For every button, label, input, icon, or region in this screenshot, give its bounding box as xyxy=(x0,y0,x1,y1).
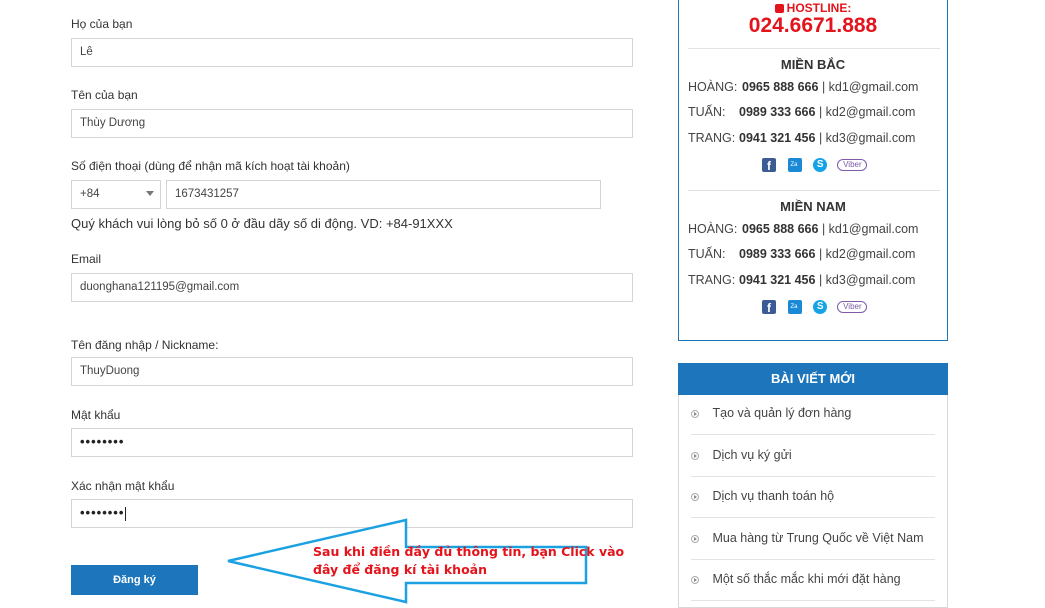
contact-email[interactable]: | kd1@gmail.com xyxy=(822,222,919,236)
post-title: Dịch vụ thanh toán hộ xyxy=(712,489,835,503)
contact-email[interactable]: | kd1@gmail.com xyxy=(822,80,919,94)
post-link[interactable]: Dịch vụ thanh toán hộ xyxy=(691,489,834,503)
hotline-label: HOSTLINE: xyxy=(679,1,947,15)
contact-name: TRANG: xyxy=(688,273,736,287)
divider xyxy=(691,517,935,518)
first-name-input[interactable]: Thùy Dương xyxy=(71,109,633,138)
contact-row: TRANG: 0941 321 456 | kd3@gmail.com xyxy=(688,131,915,145)
contact-email[interactable]: | kd3@gmail.com xyxy=(819,131,916,145)
skype-icon[interactable] xyxy=(812,157,827,172)
hotline-label-text: HOSTLINE: xyxy=(786,1,852,15)
zalo-icon[interactable] xyxy=(788,157,803,172)
confirm-password-value: •••••••• xyxy=(80,505,125,520)
contact-phone[interactable]: 0965 888 666 xyxy=(742,222,818,236)
phone-label: Số điện thoại (dùng để nhận mã kích hoạt… xyxy=(71,159,350,173)
phone-hint: Quý khách vui lòng bỏ số 0 ở đầu dãy số … xyxy=(71,216,453,231)
post-title: Một số thắc mắc khi mới đặt hàng xyxy=(712,572,901,586)
divider xyxy=(688,190,940,191)
password-label: Mật khẩu xyxy=(71,408,121,422)
divider xyxy=(691,434,935,435)
contact-name: TUẤN: xyxy=(688,105,726,119)
contact-name: TUẤN: xyxy=(688,247,726,261)
hotline-number[interactable]: 024.6671.888 xyxy=(679,14,947,38)
register-button[interactable]: Đăng ký xyxy=(71,565,198,595)
contact-name: HOÀNG: xyxy=(688,222,738,236)
skype-icon[interactable] xyxy=(812,299,827,314)
region-title-south: MIỀN NAM xyxy=(780,199,846,214)
post-link[interactable]: Một số thắc mắc khi mới đặt hàng xyxy=(691,572,901,586)
divider xyxy=(691,600,935,601)
text-caret xyxy=(125,506,127,521)
annotation-text: Sau khi điền đầy đủ thông tin, bạn Click… xyxy=(313,543,624,579)
viber-icon[interactable]: Viber xyxy=(837,158,868,171)
first-name-label: Tên của bạn xyxy=(71,88,138,102)
post-link[interactable]: Tạo và quản lý đơn hàng xyxy=(691,406,851,420)
social-icons-north: Viber xyxy=(762,156,868,174)
divider xyxy=(691,559,935,560)
phone-input[interactable]: 1673431257 xyxy=(166,180,601,209)
facebook-icon[interactable] xyxy=(762,157,776,173)
contact-phone[interactable]: 0941 321 456 xyxy=(739,273,815,287)
contact-row: TUẤN: 0989 333 666 | kd2@gmail.com xyxy=(688,105,915,119)
email-label: Email xyxy=(71,252,102,266)
facebook-icon[interactable] xyxy=(762,299,776,315)
contact-phone[interactable]: 0989 333 666 xyxy=(739,105,815,119)
confirm-password-label: Xác nhận mật khẩu xyxy=(71,479,175,493)
country-code-value: +84 xyxy=(80,188,100,200)
contact-row: HOÀNG: 0965 888 666 | kd1@gmail.com xyxy=(688,80,918,94)
post-link[interactable]: Dịch vụ ký gửi xyxy=(691,448,792,462)
last-name-input[interactable]: Lê xyxy=(71,38,633,67)
new-posts-title: BÀI VIẾT MỚI xyxy=(678,363,948,395)
divider xyxy=(691,476,935,477)
username-label: Tên đăng nhập / Nickname: xyxy=(71,338,219,352)
contact-email[interactable]: | kd3@gmail.com xyxy=(819,273,916,287)
post-title: Tạo và quản lý đơn hàng xyxy=(712,406,852,420)
arrow-bullet-icon xyxy=(691,409,699,418)
contact-phone[interactable]: 0965 888 666 xyxy=(742,80,818,94)
arrow-bullet-icon xyxy=(691,534,699,543)
contact-name: HOÀNG: xyxy=(688,80,738,94)
country-code-select[interactable]: +84 xyxy=(71,180,161,209)
contact-email[interactable]: | kd2@gmail.com xyxy=(819,247,916,261)
arrow-bullet-icon xyxy=(691,492,699,501)
divider xyxy=(688,48,940,49)
post-link[interactable]: Mua hàng từ Trung Quốc về Việt Nam xyxy=(691,531,924,545)
zalo-icon[interactable] xyxy=(788,299,803,314)
contact-phone[interactable]: 0989 333 666 xyxy=(739,247,815,261)
arrow-bullet-icon xyxy=(691,451,699,460)
contact-phone[interactable]: 0941 321 456 xyxy=(739,131,815,145)
annotation-line-1: Sau khi điền đầy đủ thông tin, bạn Click… xyxy=(313,544,625,559)
contact-name: TRANG: xyxy=(688,131,736,145)
contact-row: HOÀNG: 0965 888 666 | kd1@gmail.com xyxy=(688,222,918,236)
phone-icon xyxy=(774,4,784,14)
annotation-line-2: đây để đăng kí tài khoản xyxy=(313,562,487,577)
arrow-bullet-icon xyxy=(691,575,699,584)
email-input[interactable]: duonghana121195@gmail.com xyxy=(71,273,633,302)
contact-row: TRANG: 0941 321 456 | kd3@gmail.com xyxy=(688,273,915,287)
post-title: Mua hàng từ Trung Quốc về Việt Nam xyxy=(712,531,924,545)
chevron-down-icon xyxy=(146,191,154,196)
last-name-label: Họ của bạn xyxy=(71,17,133,31)
contact-email[interactable]: | kd2@gmail.com xyxy=(819,105,916,119)
username-input[interactable]: ThuyDuong xyxy=(71,357,633,386)
viber-icon[interactable]: Viber xyxy=(837,300,868,313)
post-title: Dịch vụ ký gửi xyxy=(712,448,792,462)
region-title-north: MIỀN BẮC xyxy=(780,57,846,72)
password-input[interactable]: •••••••• xyxy=(71,428,633,457)
social-icons-south: Viber xyxy=(762,298,868,316)
contact-row: TUẤN: 0989 333 666 | kd2@gmail.com xyxy=(688,247,915,261)
